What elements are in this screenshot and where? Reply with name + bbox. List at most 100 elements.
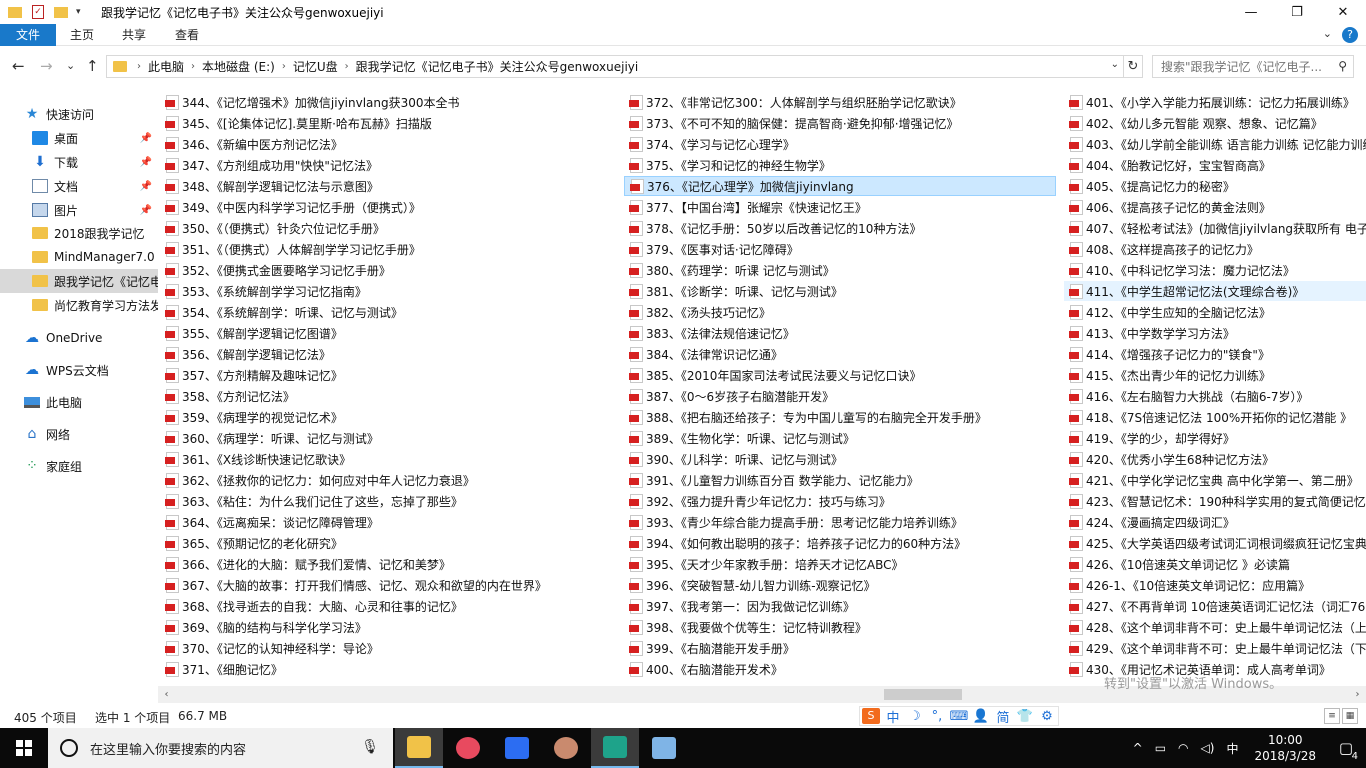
start-button[interactable] <box>0 728 48 768</box>
file-item[interactable]: 345、《[论集体记忆].莫里斯·哈布瓦赫》扫描版 <box>160 113 620 133</box>
file-item[interactable]: 391、《儿童智力训练百分百 数学能力、记忆能力》 <box>624 470 1056 490</box>
chevron-right-icon[interactable]: › <box>343 61 351 72</box>
file-item[interactable]: 368、《找寻逝去的自我：大脑、心灵和往事的记忆》 <box>160 596 620 616</box>
file-item[interactable]: 429、《这个单词非背不可：史上最牛单词记忆法（下）》 <box>1064 638 1366 658</box>
tab-home[interactable]: 主页 <box>56 24 108 46</box>
pin-icon[interactable]: 📌 <box>140 205 152 216</box>
file-item[interactable]: 400、《右脑潜能开发术》 <box>624 659 1056 679</box>
scroll-thumb[interactable] <box>884 689 962 700</box>
file-item[interactable]: 359、《病理学的视觉记忆术》 <box>160 407 620 427</box>
file-item[interactable]: 370、《记忆的认知神经科学：导论》 <box>160 638 620 658</box>
pin-icon[interactable]: 📌 <box>140 181 152 192</box>
file-item[interactable]: 366、《进化的大脑：赋予我们爱情、记忆和美梦》 <box>160 554 620 574</box>
sidebar-item[interactable]: ★ 快速访问 <box>0 102 158 126</box>
file-item[interactable]: 356、《解剖学逻辑记忆法》 <box>160 344 620 364</box>
expand-ribbon-icon[interactable]: ⌄ <box>1323 27 1332 40</box>
file-item[interactable]: 365、《预期记忆的老化研究》 <box>160 533 620 553</box>
taskbar-app-color-app[interactable] <box>444 728 492 768</box>
file-item[interactable]: 369、《脑的结构与科学化学习法》 <box>160 617 620 637</box>
file-item[interactable]: 411、《中学生超常记忆法(文理综合卷)》 <box>1064 281 1366 301</box>
sidebar-item[interactable]: 2018跟我学记忆 <box>0 221 158 245</box>
file-item[interactable]: 376、《记忆心理学》加微信jiyinvlang <box>624 176 1056 196</box>
pin-icon[interactable]: 📌 <box>140 133 152 144</box>
file-item[interactable]: 426、《10倍速英文单词记忆 》必读篇 <box>1064 554 1366 574</box>
taskbar-app-file-explorer[interactable] <box>395 728 443 768</box>
breadcrumb-this-pc[interactable]: 此电脑 <box>143 58 189 75</box>
file-item[interactable]: 397、《我考第一：因为我做记忆训练》 <box>624 596 1056 616</box>
file-item[interactable]: 406、《提高孩子记忆的黄金法则》 <box>1064 197 1366 217</box>
file-item[interactable]: 382、《汤头技巧记忆》 <box>624 302 1056 322</box>
network-tray-icon[interactable]: ▭ <box>1149 741 1172 755</box>
file-item[interactable]: 354、《系统解剖学：听课、记忆与测试》 <box>160 302 620 322</box>
scroll-right-icon[interactable]: › <box>1349 686 1366 703</box>
address-dropdown-icon[interactable]: ⌄ <box>1111 59 1119 70</box>
ime-toolbar[interactable]: S 中 ☽ °, ⌨ 👤 简 👕 ⚙ <box>859 706 1059 726</box>
chevron-right-icon[interactable]: › <box>135 61 143 72</box>
file-item[interactable]: 407、《轻松考试法》(加微信jiyilvlang获取所有 电子书) <box>1064 218 1366 238</box>
file-item[interactable]: 404、《胎教记忆好，宝宝智商高》 <box>1064 155 1366 175</box>
tab-share[interactable]: 共享 <box>108 24 160 46</box>
file-item[interactable]: 393、《青少年综合能力提高手册：思考记忆能力培养训练》 <box>624 512 1056 532</box>
ime-button[interactable]: °, <box>926 709 948 724</box>
file-item[interactable]: 375、《学习和记忆的神经生物学》 <box>624 155 1056 175</box>
scroll-left-icon[interactable]: ‹ <box>158 686 175 703</box>
chevron-right-icon[interactable]: › <box>189 61 197 72</box>
file-item[interactable]: 384、《法律常识记忆通》 <box>624 344 1056 364</box>
file-item[interactable]: 415、《杰出青少年的记忆力训练》 <box>1064 365 1366 385</box>
sidebar-item[interactable]: 文档 📌 <box>0 174 158 198</box>
file-item[interactable]: 361、《X线诊断快速记忆歌诀》 <box>160 449 620 469</box>
large-icons-view-icon[interactable]: ▦ <box>1342 708 1358 724</box>
cortana-icon[interactable] <box>60 739 78 757</box>
file-item[interactable]: 362、《拯救你的记忆力：如何应对中年人记忆力衰退》 <box>160 470 620 490</box>
file-item[interactable]: 390、《儿科学：听课、记忆与测试》 <box>624 449 1056 469</box>
file-item[interactable]: 381、《诊断学：听课、记忆与测试》 <box>624 281 1056 301</box>
file-item[interactable]: 392、《强力提升青少年记忆力：技巧与练习》 <box>624 491 1056 511</box>
up-button[interactable]: ↑ <box>86 57 99 75</box>
file-item[interactable]: 383、《法律法规倍速记忆》 <box>624 323 1056 343</box>
customize-toolbar-icon[interactable]: ▾ <box>76 7 81 17</box>
chevron-right-icon[interactable]: › <box>280 61 288 72</box>
file-item[interactable]: 380、《药理学：听课 记忆与测试》 <box>624 260 1056 280</box>
file-item[interactable]: 350、《（便携式）针灸穴位记忆手册》 <box>160 218 620 238</box>
file-item[interactable]: 347、《方剂组成功用"快快"记忆法》 <box>160 155 620 175</box>
sidebar-item[interactable]: ⁘ 家庭组 <box>0 454 158 478</box>
file-item[interactable]: 420、《优秀小学生68种记忆方法》 <box>1064 449 1366 469</box>
search-input[interactable] <box>1153 56 1333 77</box>
sogou-logo-icon[interactable]: S <box>862 708 880 724</box>
new-folder-icon[interactable] <box>54 6 68 18</box>
file-item[interactable]: 367、《大脑的故事：打开我们情感、记忆、观众和欲望的内在世界》 <box>160 575 620 595</box>
breadcrumb-current-folder[interactable]: 跟我学记忆《记忆电子书》关注公众号genwoxuejiyi <box>351 58 644 75</box>
ime-button[interactable]: 👤 <box>970 709 992 724</box>
file-item[interactable]: 355、《解剖学逻辑记忆图谱》 <box>160 323 620 343</box>
sidebar-item[interactable]: ⌂ 网络 <box>0 422 158 446</box>
file-item[interactable]: 426-1、《10倍速英文单词记忆：应用篇》 <box>1064 575 1366 595</box>
minimize-button[interactable]: — <box>1228 0 1274 24</box>
sidebar-item[interactable]: 尚忆教育学习方法发 <box>0 293 158 317</box>
sidebar-item[interactable]: ⬇ 下载 📌 <box>0 150 158 174</box>
ime-button[interactable]: ⚙ <box>1036 709 1058 724</box>
file-item[interactable]: 351、《（便携式）人体解剖学学习记忆手册》 <box>160 239 620 259</box>
wifi-icon[interactable]: ◠ <box>1172 741 1194 755</box>
clock[interactable]: 10:00 2018/3/28 <box>1244 732 1326 764</box>
sidebar-item[interactable]: 图片 📌 <box>0 198 158 222</box>
file-item[interactable]: 346、《新编中医方剂记忆法》 <box>160 134 620 154</box>
taskbar-app-character-app[interactable] <box>542 728 590 768</box>
taskbar-app-green-app[interactable] <box>591 728 639 768</box>
taskbar-search[interactable]: 在这里输入你要搜索的内容 🎙 <box>48 728 393 768</box>
ime-button[interactable]: ⌨ <box>948 709 970 724</box>
ime-button[interactable]: 👕 <box>1014 709 1036 724</box>
properties-icon[interactable]: ✓ <box>32 5 44 19</box>
file-item[interactable]: 357、《方剂精解及趣味记忆》 <box>160 365 620 385</box>
file-item[interactable]: 344、《记忆增强术》加微信jiyinvlang获300本全书 <box>160 92 620 112</box>
microphone-icon[interactable]: 🎙 <box>361 739 379 755</box>
file-item[interactable]: 398、《我要做个优等生：记忆特训教程》 <box>624 617 1056 637</box>
file-item[interactable]: 399、《右脑潜能开发手册》 <box>624 638 1056 658</box>
file-item[interactable]: 349、《中医内科学学习记忆手册（便携式）》 <box>160 197 620 217</box>
volume-icon[interactable]: ◁) <box>1195 741 1221 755</box>
file-item[interactable]: 348、《解剖学逻辑记忆法与示意图》 <box>160 176 620 196</box>
file-item[interactable]: 378、《记忆手册：50岁以后改善记忆的10种方法》 <box>624 218 1056 238</box>
maximize-button[interactable]: ❐ <box>1274 0 1320 24</box>
recent-locations-button[interactable]: ⌄ <box>66 59 75 72</box>
sidebar-item[interactable]: MindManager7.0 <box>0 245 158 269</box>
file-item[interactable]: 416、《左右脑智力大挑战（右脑6-7岁）》 <box>1064 386 1366 406</box>
